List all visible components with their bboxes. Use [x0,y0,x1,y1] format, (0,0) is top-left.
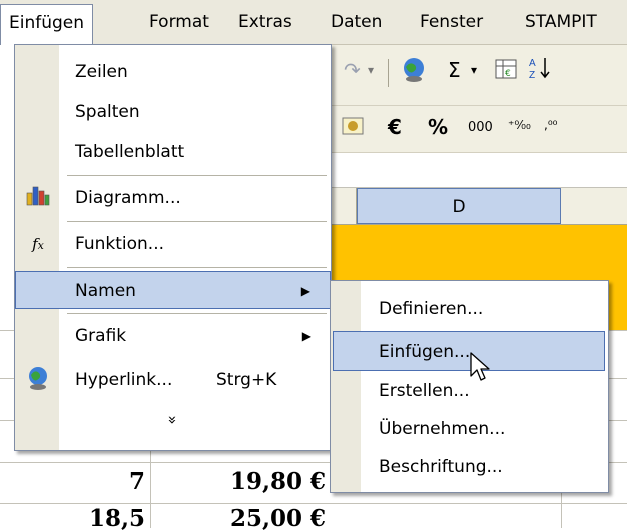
menu-separator [67,175,327,176]
submenu-arrow-icon: ▶ [301,329,311,343]
redo-dropdown-icon[interactable]: ▾ [368,57,374,83]
autosum-dropdown-icon[interactable]: ▾ [471,57,477,83]
insert-function-icon[interactable]: € [494,57,518,87]
submenu-item-einfuegen[interactable]: Einfügen... [333,331,605,371]
column-header-d[interactable]: D [357,188,561,224]
formula-bar[interactable] [328,153,627,188]
submenu-arrow-icon: ▶ [300,284,310,298]
submenu-item-beschriftung[interactable]: Beschriftung... [331,447,608,487]
menu-item-diagramm[interactable]: Diagramm... [15,179,331,217]
euro-conversion-icon[interactable] [340,114,366,146]
format-toolbar: € % 000 ⁺⁰⁄₀₀ ,⁰⁰ [328,106,627,153]
hyperlink-globe-icon [23,365,53,395]
redo-icon[interactable]: ↷ [344,57,361,83]
menubar-item-fenster[interactable]: Fenster [412,6,491,38]
cell-value[interactable]: 7 [0,468,145,495]
menu-separator [67,221,327,222]
menu-item-grafik[interactable]: Grafik ▶ [15,317,331,355]
menubar-item-extras[interactable]: Extras [230,6,300,38]
menubar-item-stampit[interactable]: STAMPIT [517,6,605,38]
column-header-row: D [328,188,627,225]
menu-separator [67,313,327,314]
menubar-item-einfuegen[interactable]: Einfügen [0,4,94,45]
hyperlink-globe-icon[interactable] [400,55,428,89]
menu-item-zeilen[interactable]: Zeilen [15,53,331,91]
svg-text:A: A [529,58,536,69]
menubar-item-format[interactable]: Format [141,6,217,38]
toolbar-separator [388,59,389,87]
submenu-item-definieren[interactable]: Definieren... [331,289,608,329]
menu-item-hyperlink[interactable]: Hyperlink... Strg+K [15,361,331,399]
menu-separator [67,267,327,268]
menubar-item-daten[interactable]: Daten [323,6,390,38]
function-fx-icon: fx [32,235,44,253]
thousands-separator-icon[interactable]: 000 [468,115,493,141]
menu-item-spalten[interactable]: Spalten [15,93,331,131]
menu-item-funktion[interactable]: fx Funktion... [15,225,331,263]
autosum-icon[interactable]: Σ [448,57,461,83]
insert-menu: Zeilen Spalten Tabellenblatt Diagramm...… [14,44,332,451]
menu-item-tabellenblatt[interactable]: Tabellenblatt [15,133,331,171]
percent-format-icon[interactable]: % [428,114,448,140]
svg-text:€: € [505,69,511,79]
increase-decimal-icon[interactable]: ⁺⁰⁄₀₀ [508,112,531,138]
grid-line [0,503,627,504]
svg-text:Z: Z [529,70,535,81]
mouse-pointer-icon [470,352,492,389]
hyperlink-shortcut: Strg+K [216,370,277,390]
menu-expand-chevron-icon[interactable]: » [15,411,331,429]
menu-bar: Einfügen Format Extras Daten Fenster STA… [0,0,627,45]
menu-item-namen[interactable]: Namen ▶ [15,271,331,309]
decrease-decimal-icon[interactable]: ,⁰⁰ [544,112,557,138]
sort-ascending-icon[interactable]: AZ [528,55,552,87]
euro-format-icon[interactable]: € [388,114,402,140]
column-header-c[interactable] [328,188,357,224]
submenu-item-uebernehmen[interactable]: Übernehmen... [331,409,608,449]
chart-icon [23,183,53,213]
standard-toolbar: ↷ ▾ Σ ▾ € AZ [328,45,627,106]
column-header-e[interactable] [562,188,627,224]
